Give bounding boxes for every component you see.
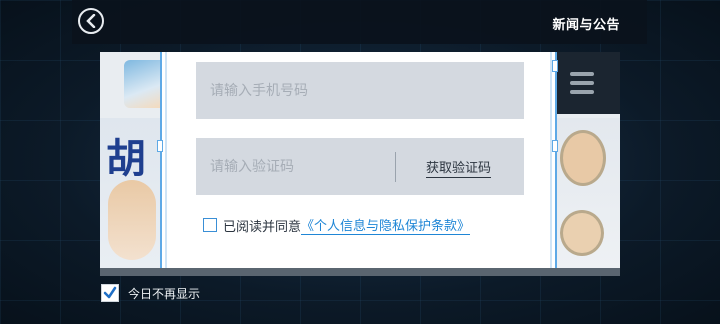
character-portrait [560,210,604,256]
art-glyph: 胡 [106,136,146,182]
frame-notch [552,140,558,152]
agreement-checkbox[interactable] [203,218,217,232]
menu-icon [570,72,594,94]
no-show-today-checkbox[interactable] [101,284,119,302]
get-code-button[interactable]: 获取验证码 [426,157,492,178]
agreement-row: 已阅读并同意 《个人信息与隐私保护条款》 [203,215,471,235]
back-button[interactable] [78,8,104,34]
phone-field [196,62,524,119]
frame-notch [552,60,558,72]
phone-input[interactable] [196,62,524,119]
privacy-policy-link[interactable]: 《个人信息与隐私保护条款》 [301,215,471,235]
character-illustration [108,180,156,260]
chevron-left-icon [86,14,96,28]
dialog-frame-left [165,52,167,268]
agreement-text: 已阅读并同意 [223,219,302,235]
no-show-today-row: 今日不再显示 [101,284,200,302]
page-title: 新闻与公告 [552,18,620,33]
character-portrait [560,130,606,186]
no-show-today-label: 今日不再显示 [128,286,201,301]
field-divider [395,152,396,182]
panel-scroll-track [100,268,620,276]
frame-notch [157,140,163,152]
verification-code-input[interactable] [196,138,396,195]
announcement-art-left: 胡 [100,118,162,268]
checkmark-icon [103,286,117,299]
dialog-frame-right [550,52,552,268]
